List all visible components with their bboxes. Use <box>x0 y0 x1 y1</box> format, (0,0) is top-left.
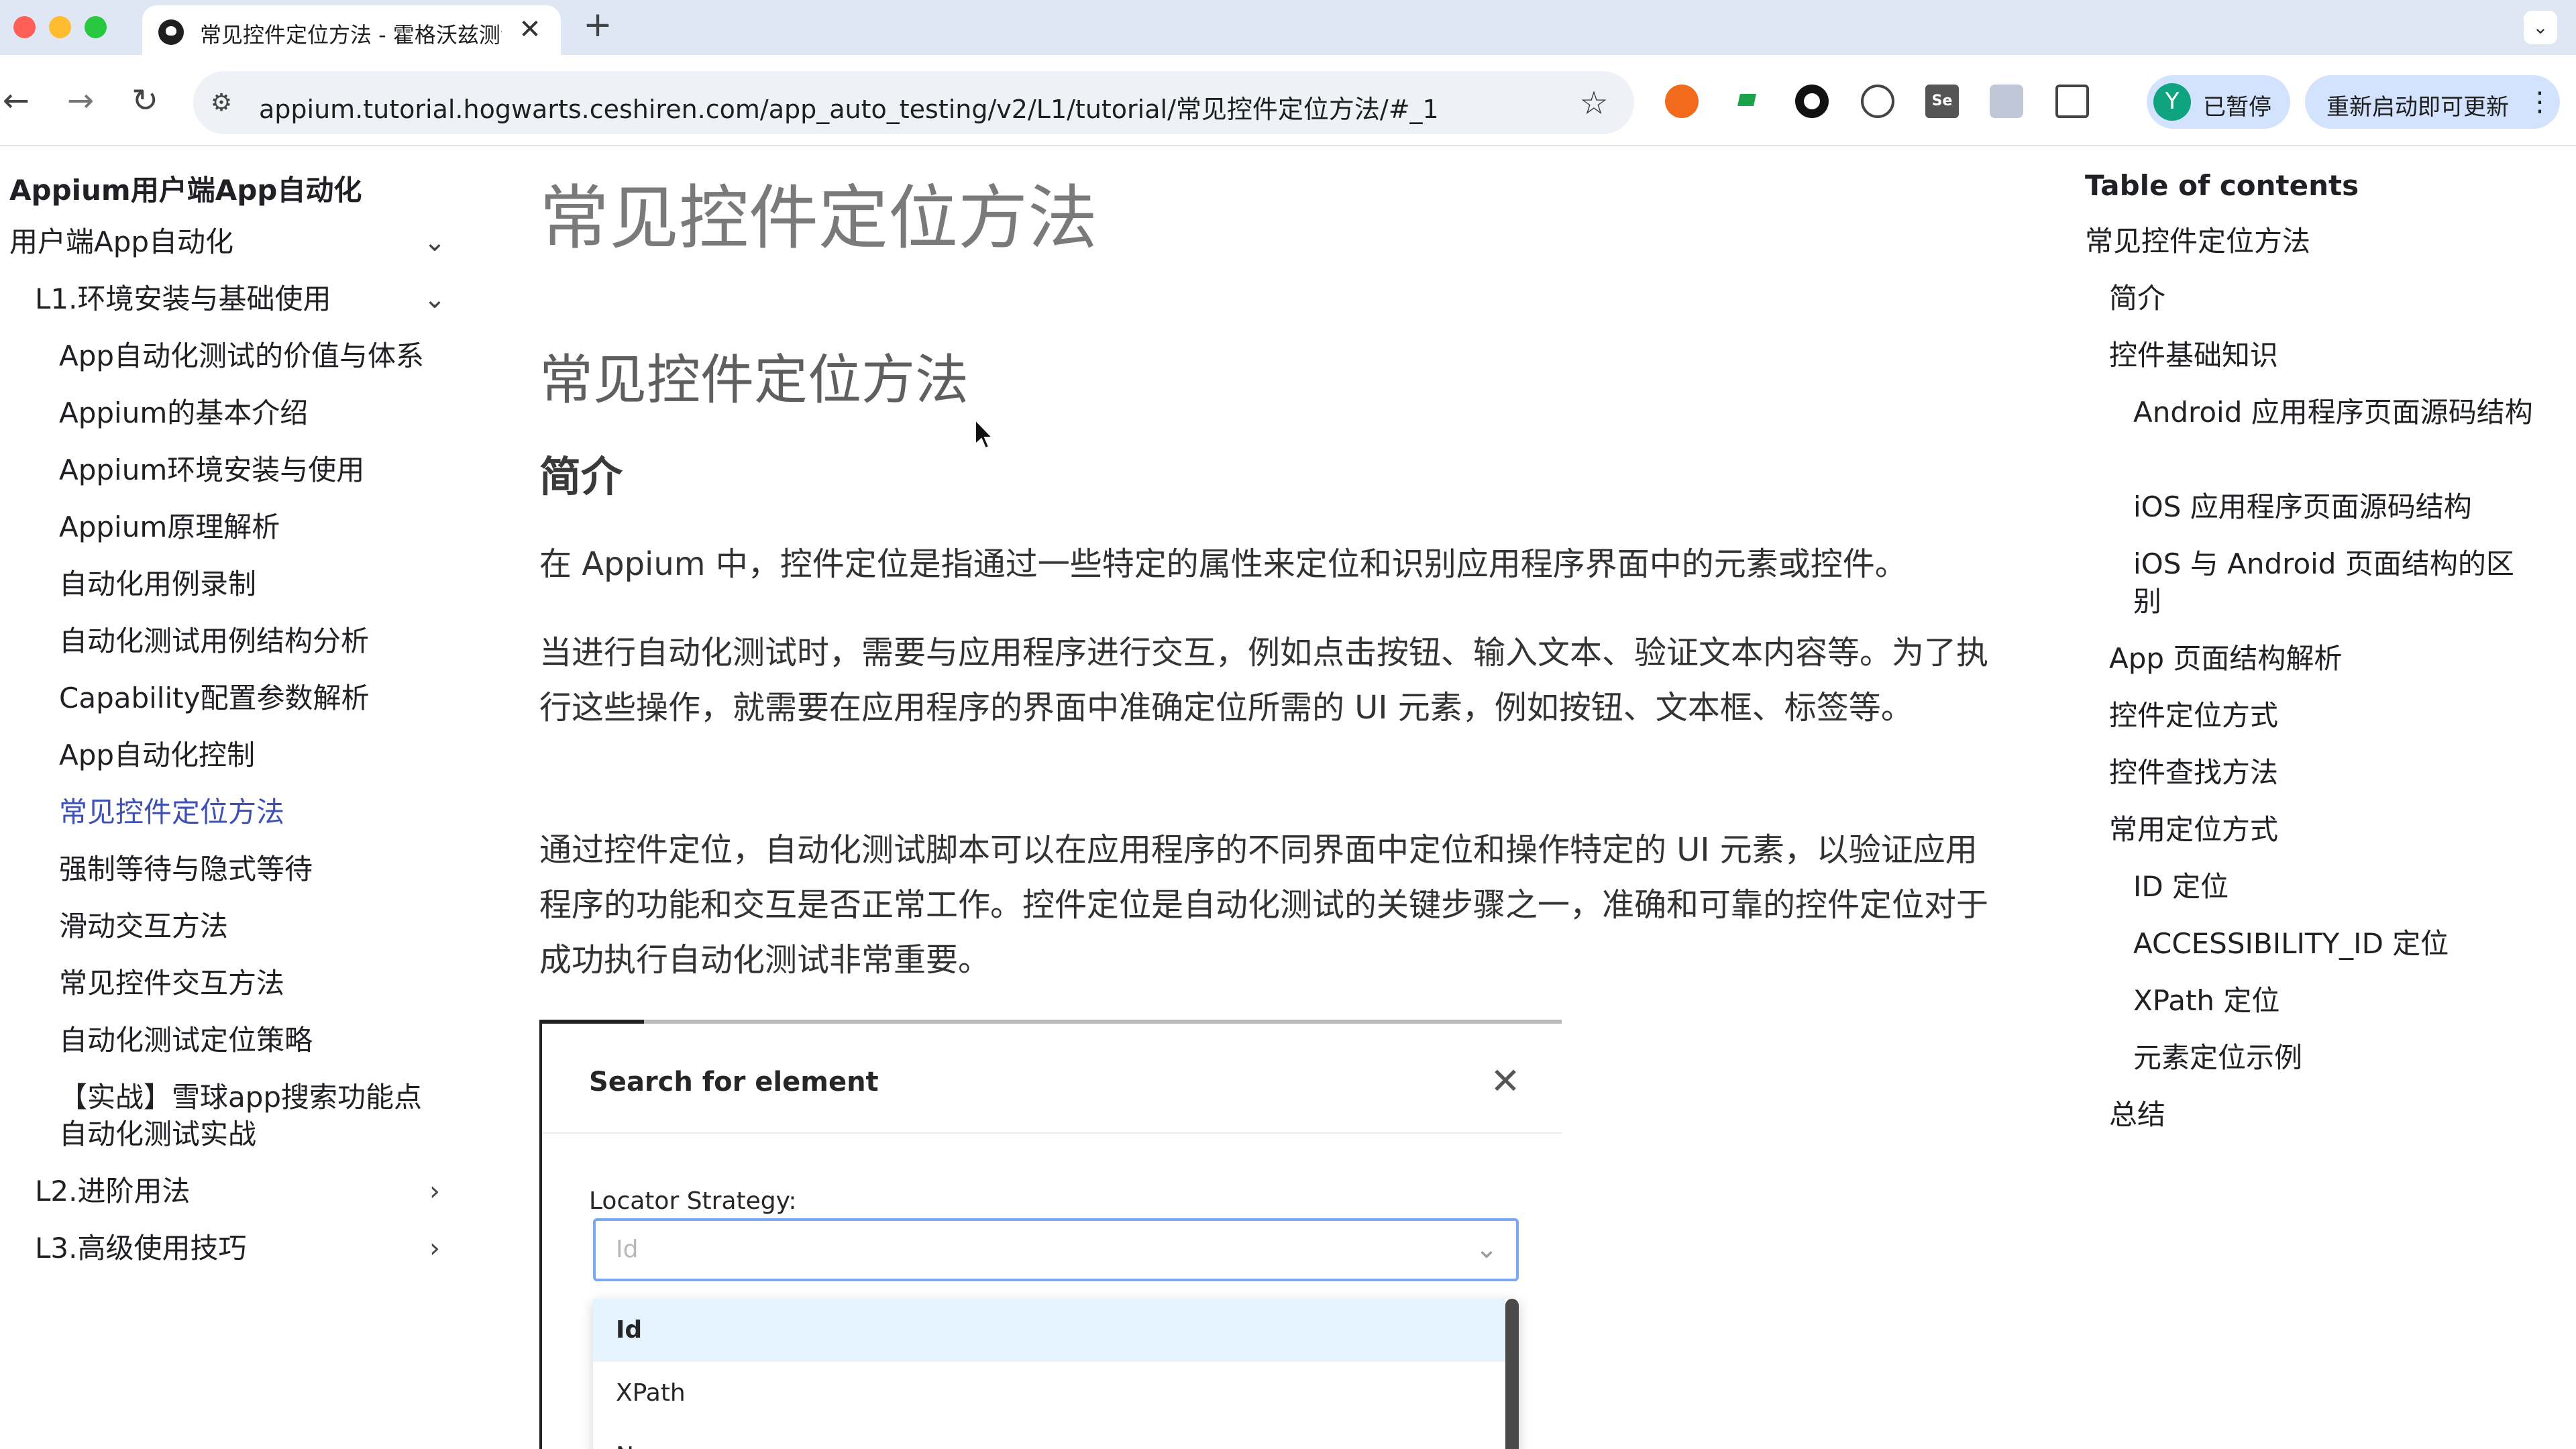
chevron-down-icon[interactable]: ⌄ <box>416 280 453 318</box>
reload-button[interactable]: ↻ <box>125 82 165 122</box>
sidebar-item[interactable]: App自动化测试的价值与体系 <box>59 337 424 376</box>
extension-green-flag-icon[interactable] <box>1731 85 1764 118</box>
window-zoom-button[interactable] <box>85 16 107 38</box>
locator-strategy-label: Locator Strategy: <box>589 1187 797 1215</box>
sidebar-item[interactable]: 自动化测试实战 <box>59 1115 256 1154</box>
sidebar-item[interactable]: Capability配置参数解析 <box>59 679 369 718</box>
site-info-icon[interactable]: ⚙ <box>205 87 237 119</box>
forward-button[interactable]: → <box>60 82 101 122</box>
browser-tab-active[interactable]: 常见控件定位方法 - 霍格沃兹测试开发学社 ✕ <box>142 5 561 55</box>
sidebar-item[interactable]: 常见控件交互方法 <box>59 964 284 1003</box>
toc-item[interactable]: 控件基础知识 <box>2109 337 2552 374</box>
paragraph: 通过控件定位，自动化测试脚本可以在应用程序的不同界面中定位和操作特定的 UI 元… <box>539 831 1989 979</box>
section-title: 常见控件定位方法 <box>539 349 969 411</box>
dialog-top-accent <box>539 1020 644 1024</box>
sidebar-item[interactable]: 自动化测试用例结构分析 <box>59 622 369 661</box>
update-label: 重新启动即可更新 <box>2326 94 2509 121</box>
paragraph: 在 Appium 中，控件定位是指通过一些特定的属性来定位和识别应用程序界面中的… <box>539 545 1907 583</box>
table-of-contents: Table of contents 常见控件定位方法 简介 控件基础知识 And… <box>2080 148 2563 1449</box>
paragraph: 当进行自动化测试时，需要与应用程序进行交互，例如点击按钮、输入文本、验证文本内容… <box>539 634 1989 727</box>
extension-record-icon[interactable] <box>1795 85 1829 118</box>
sidebar-item[interactable]: 强制等待与隐式等待 <box>59 850 313 889</box>
tab-search-button[interactable]: ⌄ <box>2524 11 2557 44</box>
intro-heading: 简介 <box>539 452 623 501</box>
toc-item[interactable]: iOS 与 Android 页面结构的区别 <box>2133 545 2536 621</box>
toc-title: Table of contents <box>2085 169 2359 202</box>
extension-printer-icon[interactable] <box>1990 85 2023 118</box>
extension-dev-icon[interactable] <box>1861 85 1894 118</box>
chevron-right-icon[interactable]: › <box>416 1230 453 1267</box>
profile-status: 已暂停 <box>2203 94 2271 121</box>
close-icon: ✕ <box>1490 1060 1521 1102</box>
chevron-down-icon[interactable]: ⌄ <box>416 223 453 261</box>
dialog-title: Search for element <box>589 1067 879 1097</box>
dropdown-option: Name <box>593 1425 1505 1449</box>
site-favicon-icon <box>158 19 184 45</box>
toc-item[interactable]: App 页面结构解析 <box>2109 640 2552 678</box>
toc-item[interactable]: ID 定位 <box>2133 868 2549 906</box>
sidebar-level1[interactable]: L1.环境安装与基础使用 <box>35 280 331 319</box>
toc-item[interactable]: 总结 <box>2109 1096 2552 1134</box>
chevron-right-icon[interactable]: › <box>416 1173 453 1210</box>
locator-strategy-value: Id <box>616 1236 639 1263</box>
search-element-dialog: Search for element ✕ Locator Strategy: I… <box>539 1020 1562 1449</box>
dialog-divider <box>542 1132 1562 1134</box>
extension-selenium-icon[interactable]: Se <box>1925 85 1959 118</box>
sidebar-item-active[interactable]: 常见控件定位方法 <box>59 793 284 832</box>
sidebar-item[interactable]: 【实战】雪球app搜索功能点 <box>59 1078 422 1117</box>
sidebar-item[interactable]: Appium原理解析 <box>59 508 280 547</box>
extensions-puzzle-icon[interactable] <box>2055 85 2089 118</box>
chevron-down-icon: ⌄ <box>1475 1234 1498 1265</box>
window-minimize-button[interactable] <box>49 16 71 38</box>
dropdown-scrollbar <box>1505 1299 1519 1449</box>
toc-item[interactable]: 常用定位方式 <box>2109 811 2552 849</box>
sidebar-item[interactable]: 滑动交互方法 <box>59 907 228 946</box>
sidebar-section[interactable]: 用户端App自动化 <box>9 223 233 262</box>
locator-strategy-dropdown: Id XPath Name <box>593 1299 1519 1449</box>
sidebar-nav: Appium用户端App自动化 用户端App自动化 ⌄ L1.环境安装与基础使用… <box>0 148 470 1449</box>
toc-item[interactable]: 元素定位示例 <box>2133 1039 2549 1077</box>
address-bar[interactable]: ⚙ appium.tutorial.hogwarts.ceshiren.com/… <box>193 71 1634 134</box>
window-close-button[interactable] <box>13 16 36 38</box>
sidebar-level3[interactable]: L3.高级使用技巧 <box>35 1229 246 1268</box>
url-text[interactable]: appium.tutorial.hogwarts.ceshiren.com/ap… <box>259 89 1439 125</box>
tab-title: 常见控件定位方法 - 霍格沃兹测试开发学社 <box>200 22 502 48</box>
bookmark-star-icon[interactable]: ☆ <box>1574 83 1614 123</box>
profile-button[interactable]: Y 已暂停 <box>2147 75 2290 129</box>
mouse-cursor-icon <box>975 419 993 449</box>
toc-item[interactable]: 简介 <box>2109 280 2552 317</box>
locator-strategy-select: Id ⌄ <box>593 1218 1519 1281</box>
tab-close-icon[interactable]: ✕ <box>515 15 545 44</box>
sidebar-item[interactable]: 自动化测试定位策略 <box>59 1021 313 1060</box>
browser-menu-icon[interactable]: ⋮ <box>2526 85 2553 119</box>
back-button[interactable]: ← <box>0 82 36 122</box>
site-title[interactable]: Appium用户端App自动化 <box>9 168 362 209</box>
new-tab-button[interactable]: + <box>581 7 614 43</box>
sidebar-level2[interactable]: L2.进阶用法 <box>35 1172 190 1211</box>
toc-item[interactable]: iOS 应用程序页面源码结构 <box>2133 488 2536 526</box>
toc-item[interactable]: ACCESSIBILITY_ID 定位 <box>2133 925 2549 963</box>
sidebar-item[interactable]: Appium环境安装与使用 <box>59 451 364 490</box>
sidebar-item[interactable]: Appium的基本介绍 <box>59 394 308 433</box>
toc-item[interactable]: Android 应用程序页面源码结构 <box>2133 394 2536 431</box>
dropdown-option-selected: Id <box>593 1299 1505 1362</box>
toc-item[interactable]: 控件定位方式 <box>2109 697 2552 735</box>
toc-item[interactable]: 控件查找方法 <box>2109 754 2552 792</box>
update-button[interactable]: 重新启动即可更新 ⋮ <box>2305 75 2560 129</box>
browser-toolbar: ← → ↻ ⚙ appium.tutorial.hogwarts.ceshire… <box>0 55 2576 146</box>
browser-tabstrip: 常见控件定位方法 - 霍格沃兹测试开发学社 ✕ + ⌄ <box>0 0 2576 55</box>
extension-orange-icon[interactable] <box>1665 85 1699 118</box>
toc-item[interactable]: 常见控件定位方法 <box>2085 223 2555 260</box>
dropdown-option: XPath <box>616 1379 686 1407</box>
avatar: Y <box>2153 83 2191 121</box>
page-title: 常见控件定位方法 <box>539 177 1098 259</box>
toc-item[interactable]: XPath 定位 <box>2133 982 2549 1020</box>
sidebar-item[interactable]: 自动化用例录制 <box>59 565 256 604</box>
sidebar-item[interactable]: App自动化控制 <box>59 736 255 775</box>
